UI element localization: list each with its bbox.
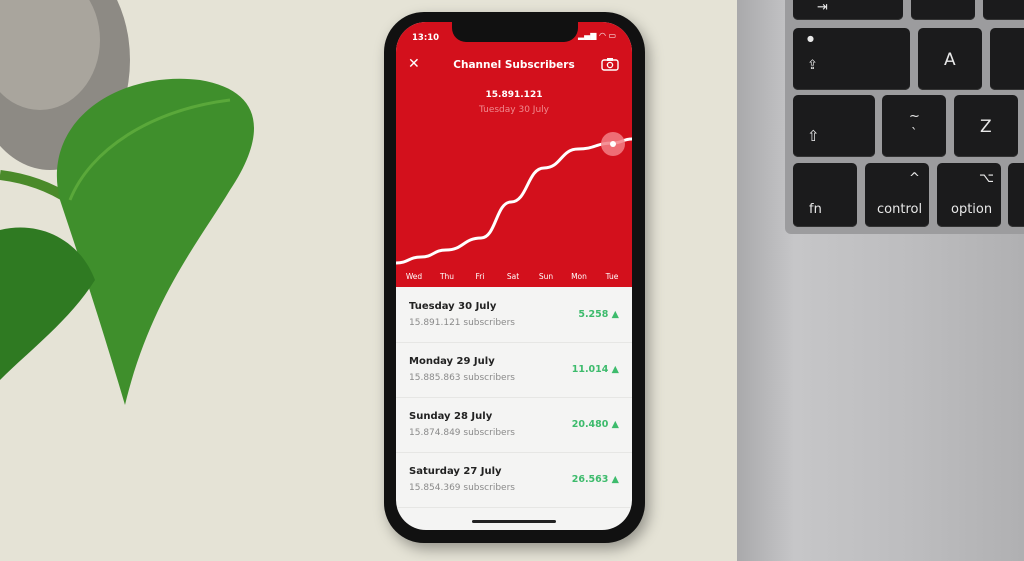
key-label: Z — [980, 117, 992, 137]
list-item[interactable]: Monday 29 July 15.885.863 subscribers 11.0… — [396, 342, 632, 398]
key-command[interactable] — [1008, 163, 1024, 227]
key-tab[interactable]: ⇥ — [793, 0, 903, 20]
list-item-date: Sunday 28 July — [409, 411, 493, 422]
selected-point[interactable] — [610, 141, 616, 147]
x-tick-label: Thu — [439, 272, 455, 281]
list-item-change: 11.014 ▲ — [571, 364, 619, 375]
phone-notch — [452, 20, 578, 42]
key-caps-lock[interactable]: ● ⇪ — [793, 28, 910, 90]
list-item[interactable]: Tuesday 30 July 15.891.121 subscribers 5.2… — [396, 287, 632, 343]
list-item-date: Tuesday 30 July — [409, 301, 497, 312]
plant-decoration — [0, 0, 255, 406]
x-tick-label: Fri — [475, 272, 485, 281]
key-label: ~ — [909, 109, 920, 124]
key-label: ⌥ — [979, 171, 994, 186]
x-tick-label: Tue — [605, 272, 619, 281]
phone-screen: 13:10 ▂▄▆ ◠ ▭ ✕ Channel Subscribers 15.8… — [396, 22, 632, 530]
caps-lock-icon: ⇪ — [807, 58, 818, 73]
key-s[interactable] — [990, 28, 1024, 90]
shift-icon: ⇧ — [807, 127, 820, 145]
key-label: ` — [911, 127, 918, 142]
key-control[interactable]: ^ control — [865, 163, 929, 227]
chart-header-panel: 13:10 ▂▄▆ ◠ ▭ ✕ Channel Subscribers 15.8… — [396, 22, 632, 287]
key-option[interactable]: ⌥ option — [937, 163, 1001, 227]
list-item-change: 5.258 ▲ — [578, 309, 619, 320]
list-item-subscribers: 15.891.121 subscribers — [409, 318, 515, 328]
key-z[interactable]: Z — [954, 95, 1018, 157]
key-shift[interactable]: ⇧ — [793, 95, 875, 157]
list-item-subscribers: 15.874.849 subscribers — [409, 428, 515, 438]
list-item-date: Saturday 27 July — [409, 466, 502, 477]
key-tilde[interactable]: ~ ` — [882, 95, 946, 157]
list-item-subscribers: 15.854.369 subscribers — [409, 483, 515, 493]
key-label: ^ — [909, 171, 920, 186]
subscriber-chart[interactable] — [396, 22, 632, 287]
key-label: control — [877, 202, 923, 217]
list-item-change: 20.480 ▲ — [571, 419, 619, 430]
list-item-subscribers: 15.885.863 subscribers — [409, 373, 515, 383]
chart-series-line — [396, 137, 632, 265]
list-item[interactable]: Saturday 27 July 15.854.369 subscribers 26… — [396, 452, 632, 508]
list-item-change: 26.563 ▲ — [571, 474, 619, 485]
x-tick-label: Mon — [571, 272, 587, 281]
x-tick-label: Sun — [538, 272, 554, 281]
key-fn[interactable]: fn — [793, 163, 857, 227]
key-label: option — [951, 202, 993, 217]
key-esc-row[interactable] — [911, 0, 975, 20]
key-a[interactable]: A — [918, 28, 982, 90]
list-item[interactable]: Sunday 28 July 15.874.849 subscribers 20.4… — [396, 397, 632, 453]
list-item-date: Monday 29 July — [409, 356, 495, 367]
key-row-edge[interactable] — [983, 0, 1024, 20]
key-label: fn — [809, 202, 822, 217]
home-indicator — [472, 520, 556, 523]
x-tick-label: Sat — [506, 272, 520, 281]
key-label: A — [944, 50, 956, 70]
keyboard: ⇥ ● ⇪ A ⇧ ~ ` Z fn ^ control ⌥ option — [785, 0, 1024, 234]
x-tick-label: Wed — [405, 272, 423, 281]
